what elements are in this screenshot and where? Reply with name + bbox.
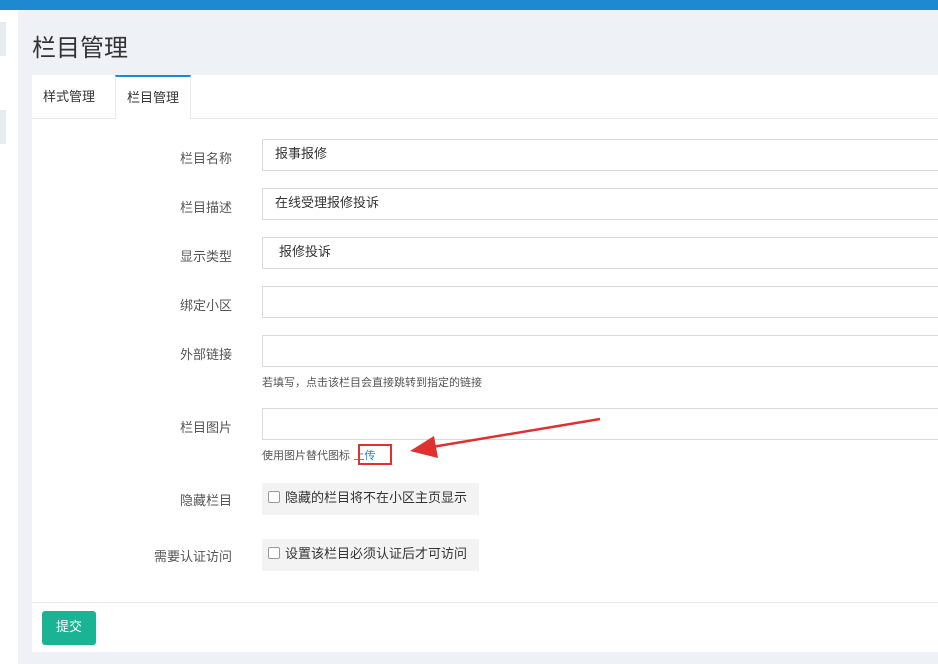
annotation-arrow-icon	[410, 417, 601, 458]
